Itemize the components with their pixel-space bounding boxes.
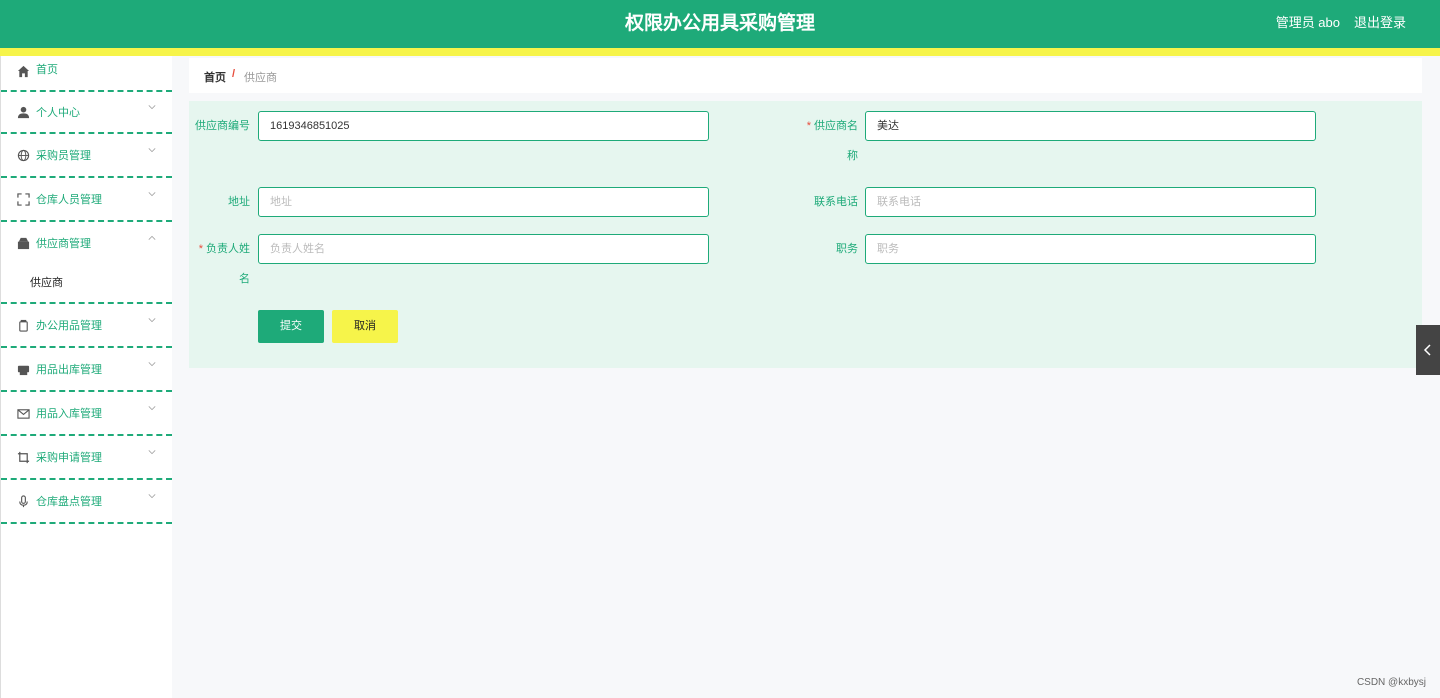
shop-icon — [17, 237, 30, 250]
sidebar-item-inbound[interactable]: 用品入库管理 — [1, 392, 172, 436]
crop-icon — [17, 451, 30, 464]
position-label: 职务 — [836, 243, 858, 255]
chevron-left-icon — [1423, 344, 1431, 356]
chevron-down-icon — [148, 406, 156, 411]
chevron-down-icon — [148, 148, 156, 153]
required-mark: * — [198, 243, 203, 255]
top-header: 权限办公用具采购管理 管理员 abo 退出登录 — [0, 0, 1440, 48]
contact-name-field[interactable]: 负责人姓名 — [258, 234, 709, 264]
sidebar-item-buyers[interactable]: 采购员管理 — [1, 134, 172, 178]
sidebar-item-purchase-requests[interactable]: 采购申请管理 — [1, 436, 172, 480]
sidebar-item-label: 采购员管理 — [36, 150, 91, 162]
side-panel-toggle[interactable] — [1416, 325, 1440, 375]
supplier-no-label: 供应商编号 — [195, 120, 250, 132]
supplier-name-label: * 供应商名称 — [806, 120, 858, 162]
sidebar-item-stocktaking[interactable]: 仓库盘点管理 — [1, 480, 172, 524]
sidebar-item-warehouse-staff[interactable]: 仓库人员管理 — [1, 178, 172, 222]
chevron-down-icon — [148, 192, 156, 197]
sidebar-item-label: 仓库盘点管理 — [36, 496, 102, 508]
sidebar-item-label: 办公用品管理 — [36, 320, 102, 332]
address-label: 地址 — [228, 196, 250, 208]
chevron-up-icon — [148, 235, 156, 240]
sidebar-item-label: 首页 — [36, 64, 58, 76]
logout-link[interactable]: 退出登录 — [1354, 0, 1406, 46]
required-mark: * — [806, 120, 811, 132]
sidebar: 首页 个人中心 采购员管理 仓库人员管理 供应商管理 供应商 办公用品管理 用品… — [0, 56, 172, 698]
sidebar-item-home[interactable]: 首页 — [1, 56, 172, 92]
user-icon — [17, 106, 30, 119]
app-title: 权限办公用具采购管理 — [624, 12, 815, 34]
printer-icon — [17, 365, 30, 376]
contact-name-label: * 负责人姓名 — [198, 243, 250, 285]
breadcrumb-separator: / — [232, 68, 236, 80]
sidebar-item-profile[interactable]: 个人中心 — [1, 92, 172, 134]
sidebar-item-label: 供应商管理 — [36, 238, 91, 250]
supplier-name-field[interactable]: 美达 — [865, 111, 1316, 141]
breadcrumb-current: 供应商 — [244, 72, 277, 84]
address-field[interactable]: 地址 — [258, 187, 709, 217]
chevron-down-icon — [148, 105, 156, 110]
chevron-down-icon — [148, 450, 156, 455]
sidebar-item-label: 用品出库管理 — [36, 364, 102, 376]
phone-field[interactable]: 联系电话 — [865, 187, 1316, 217]
sidebar-item-office-supplies[interactable]: 办公用品管理 — [1, 304, 172, 348]
sidebar-subitem-label: 供应商 — [30, 277, 63, 289]
supplier-no-field[interactable]: 1619346851025 — [258, 111, 709, 141]
sidebar-item-label: 用品入库管理 — [36, 408, 102, 420]
sidebar-item-label: 仓库人员管理 — [36, 194, 102, 206]
chevron-down-icon — [148, 318, 156, 323]
home-icon — [17, 65, 30, 78]
sidebar-item-label: 个人中心 — [36, 107, 80, 119]
breadcrumb-home[interactable]: 首页 — [204, 69, 226, 85]
mail-icon — [17, 409, 30, 419]
submit-button[interactable]: 提交 — [258, 310, 324, 343]
position-field[interactable]: 职务 — [865, 234, 1316, 264]
sidebar-item-supplier-mgmt[interactable]: 供应商管理 — [1, 222, 172, 260]
chevron-down-icon — [148, 494, 156, 499]
chevron-down-icon — [148, 362, 156, 367]
header-accent-bar — [0, 48, 1440, 56]
breadcrumb: 首页 / 供应商 — [189, 58, 1422, 93]
sidebar-item-label: 采购申请管理 — [36, 452, 102, 464]
phone-label: 联系电话 — [814, 196, 858, 208]
globe-icon — [17, 149, 30, 162]
microphone-icon — [19, 495, 28, 508]
sidebar-item-outbound[interactable]: 用品出库管理 — [1, 348, 172, 392]
current-user: 管理员 abo — [1275, 15, 1340, 30]
cancel-button[interactable]: 取消 — [332, 310, 398, 343]
sidebar-subitem-supplier[interactable]: 供应商 — [1, 260, 172, 304]
watermark: CSDN @kxbysj — [1356, 677, 1426, 688]
fullscreen-icon — [17, 193, 30, 206]
bottle-icon — [19, 319, 28, 332]
